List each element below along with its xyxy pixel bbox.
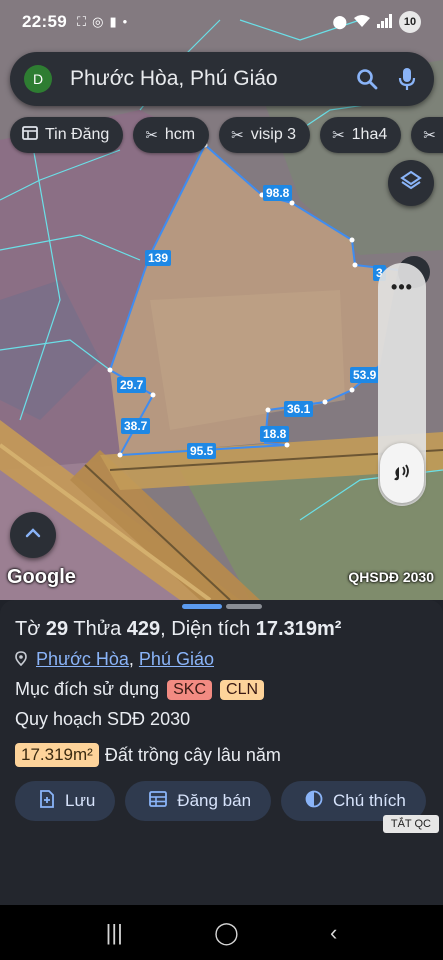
distance-label: 29.7: [117, 377, 147, 393]
table-icon: [149, 790, 168, 812]
parcel-address: Phước Hòa, Phú Giáo: [15, 649, 214, 670]
search-icon[interactable]: [354, 66, 380, 92]
ruler-icon: ✂: [423, 127, 436, 144]
signal-icon: [377, 13, 393, 31]
chip-visip-3[interactable]: ✂ visip 3: [219, 117, 311, 153]
layers-button[interactable]: [388, 160, 434, 206]
map-view[interactable]: 98.8 139 3 29.7 53.9 36.1 38.7 18.8 95.5…: [0, 0, 443, 600]
hide-ads-button[interactable]: TẮT QC: [382, 815, 439, 833]
speaker-icon: [390, 459, 414, 488]
ward-link[interactable]: Phước Hòa: [36, 649, 129, 670]
expand-up-button[interactable]: [10, 512, 56, 558]
purpose-label: Mục đích sử dụng: [15, 679, 160, 699]
distance-label: 139: [145, 250, 172, 266]
clock: 22:59: [22, 12, 67, 31]
avatar[interactable]: D: [24, 65, 52, 93]
distance-label: 98.8: [263, 185, 293, 201]
area-badge: 17.319m²: [15, 743, 99, 767]
notification-icons: ⛶ ◎ ▮ •: [77, 14, 127, 30]
home-button[interactable]: ◯: [214, 920, 239, 946]
tag-cln: CLN: [220, 679, 265, 700]
filter-chips: Tin Đăng ✂ hcm ✂ visip 3 ✂ 1ha4 ✂ 1: [10, 117, 443, 153]
save-label: Lưu: [65, 791, 96, 810]
nfc-icon: ◎: [92, 14, 104, 29]
parcel-title: Tờ 29 Thửa 429, Diện tích 17.319m²: [15, 618, 341, 641]
chip-label: 1ha4: [351, 126, 388, 143]
location-icon: ⬤: [332, 14, 347, 29]
plan-area-row: 17.319m² Đất trồng cây lâu năm: [15, 743, 281, 767]
tag-skc: SKC: [167, 679, 213, 700]
district-link[interactable]: Phú Giáo: [139, 649, 214, 670]
contrast-icon: [305, 790, 323, 813]
chip-label: hcm: [164, 126, 196, 143]
ruler-icon: ✂: [332, 127, 345, 144]
save-button[interactable]: Lưu: [15, 781, 116, 821]
distance-label: 38.7: [121, 418, 151, 434]
distance-label: 53.9: [350, 367, 380, 383]
audio-toggle[interactable]: [380, 443, 424, 503]
to-number: 29: [45, 618, 69, 640]
post-sale-button[interactable]: Đăng bán: [125, 781, 272, 821]
wifi-icon: [353, 14, 371, 31]
layer-label: QHSDĐ 2030: [348, 569, 434, 585]
search-bar[interactable]: D Phước Hòa, Phú Giáo: [10, 52, 434, 106]
layers-icon: [400, 170, 422, 197]
distance-label: 18.8: [260, 426, 290, 442]
location-pin-icon: [15, 650, 29, 669]
dot-icon: •: [122, 14, 128, 29]
recents-button[interactable]: |||: [106, 920, 123, 946]
parcel-area: 17.319m²: [255, 618, 342, 640]
ruler-icon: ✂: [231, 127, 244, 144]
status-bar: 22:59 ⛶ ◎ ▮ • ⬤ 10: [0, 0, 443, 44]
label-area: , Diện tích: [160, 618, 251, 640]
action-buttons: Lưu Đăng bán Chú thích: [15, 781, 426, 821]
legend-label: Chú thích: [333, 791, 406, 810]
chip-label: visip 3: [250, 126, 297, 143]
plan-label: Quy hoạch SDĐ 2030: [15, 709, 191, 729]
parcel-sheet[interactable]: Tờ 29 Thửa 429, Diện tích 17.319m² Phước…: [0, 600, 443, 905]
distance-label: 95.5: [187, 443, 217, 459]
chip-label: Tin Đăng: [45, 126, 110, 143]
thua-number: 429: [126, 618, 161, 640]
back-button[interactable]: ‹: [330, 920, 337, 946]
post-sale-label: Đăng bán: [177, 791, 252, 810]
chip-hcm[interactable]: ✂ hcm: [133, 117, 210, 153]
battery-icon: 10: [399, 11, 421, 33]
battery-saver-icon: ▮: [109, 14, 117, 29]
chevron-up-icon: [24, 526, 42, 544]
sheet-handle[interactable]: [182, 604, 262, 609]
chip-more[interactable]: ✂ 1: [411, 117, 443, 153]
label-to: Tờ: [15, 618, 41, 640]
land-type: Đất trồng cây lâu năm: [104, 744, 281, 765]
distance-label: 36.1: [284, 401, 314, 417]
screenshot-icon: ⛶: [76, 14, 87, 29]
search-input[interactable]: Phước Hòa, Phú Giáo: [70, 67, 340, 91]
side-panel[interactable]: •••: [378, 263, 426, 506]
bookmark-add-icon: [39, 789, 55, 813]
google-logo: Google: [7, 566, 76, 588]
land-purpose: Mục đích sử dụng SKC CLN: [15, 679, 265, 700]
chip-1ha4[interactable]: ✂ 1ha4: [320, 117, 402, 153]
label-thua: Thửa: [73, 618, 122, 640]
microphone-icon[interactable]: [394, 66, 420, 92]
list-icon: [22, 126, 38, 144]
system-nav-bar: ||| ◯ ‹: [0, 905, 443, 960]
chip-tin-dang[interactable]: Tin Đăng: [10, 117, 124, 153]
more-menu-icon[interactable]: •••: [378, 277, 426, 298]
ruler-icon: ✂: [145, 127, 158, 144]
